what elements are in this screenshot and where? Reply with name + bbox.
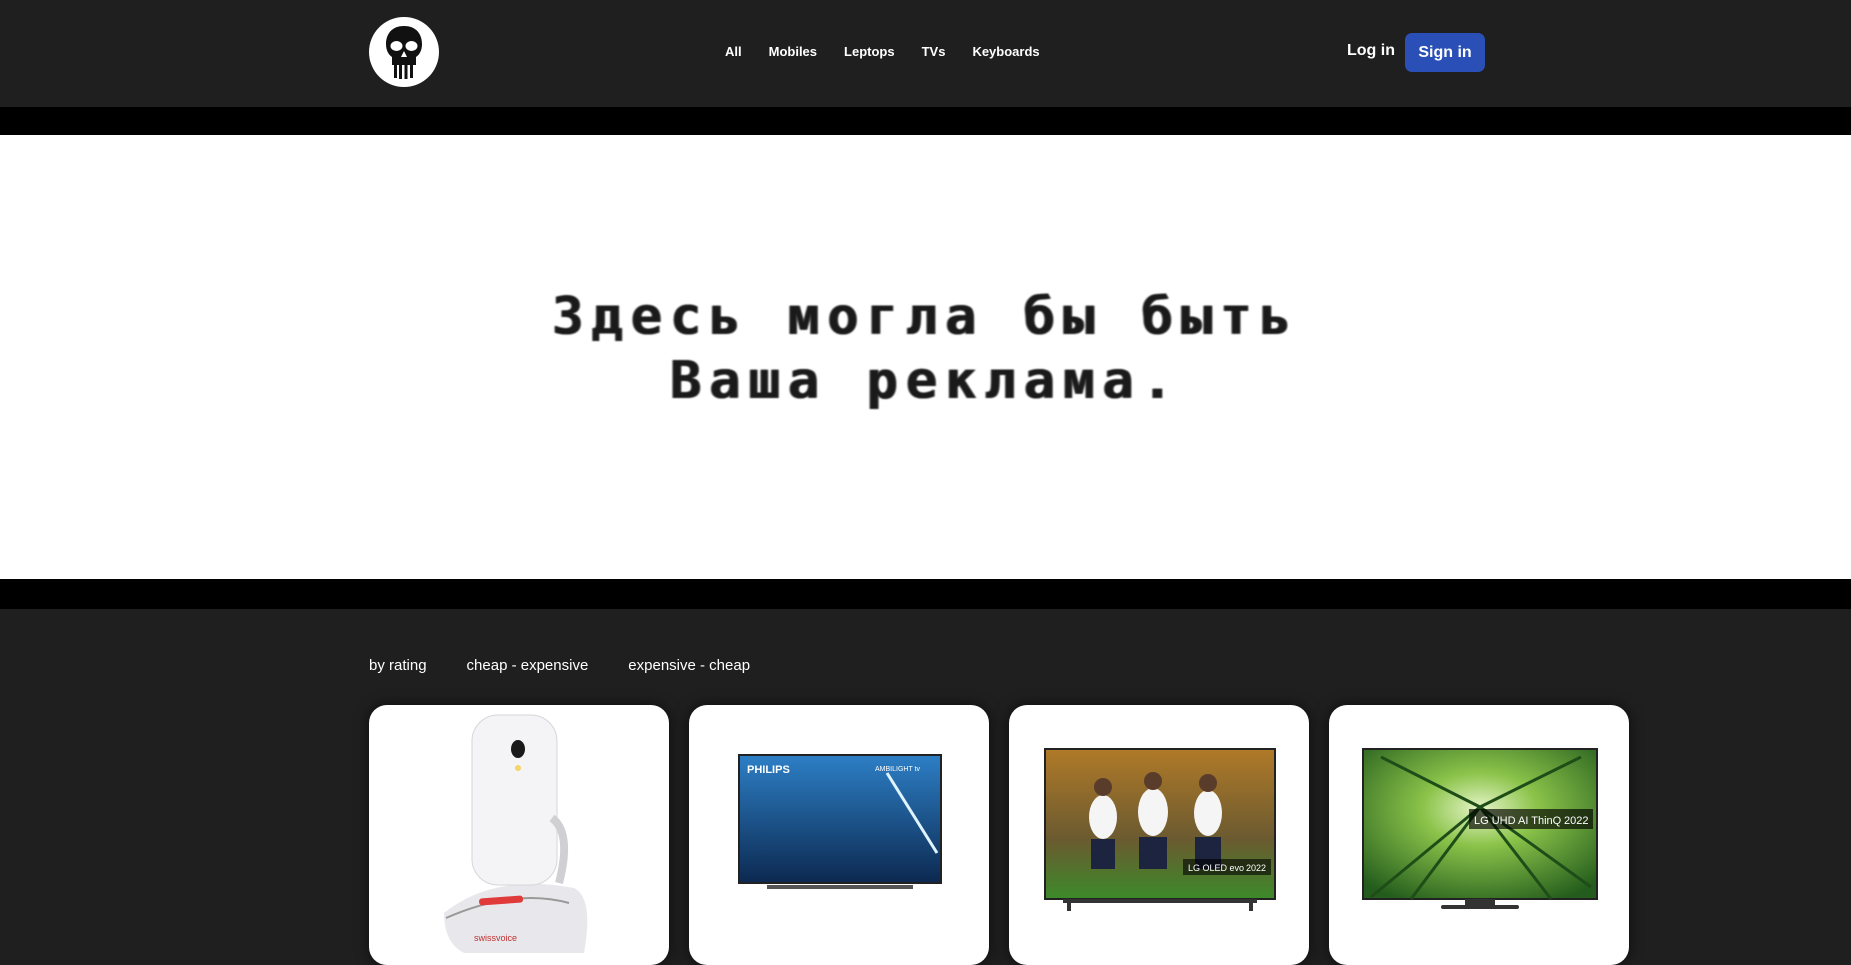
top-bar: All Mobiles Leptops TVs Keyboards Log in…: [0, 0, 1851, 107]
sort-cheap-expensive[interactable]: cheap - expensive: [467, 657, 589, 674]
lg-uhd-badge: LG UHD AI ThinQ: [1474, 815, 1562, 827]
swissvoice-brand-text: swissvoice: [474, 933, 517, 943]
nav-item-leptops[interactable]: Leptops: [844, 44, 895, 59]
tv-image: LG OLED evo 2022: [1044, 748, 1276, 911]
nav-item-mobiles[interactable]: Mobiles: [769, 44, 817, 59]
sort-options: by rating cheap - expensive expensive - …: [369, 657, 790, 674]
sort-by-rating[interactable]: by rating: [369, 657, 427, 674]
signin-button[interactable]: Sign in: [1405, 33, 1485, 72]
sort-expensive-cheap[interactable]: expensive - cheap: [628, 657, 750, 674]
ad-line-1: Здесь могла бы быть: [552, 287, 1299, 347]
product-card[interactable]: LG OLED evo 2022: [1009, 705, 1309, 965]
product-card[interactable]: swissvoice: [369, 705, 669, 965]
ad-line-2: Ваша реклама.: [670, 351, 1181, 411]
phone-image: swissvoice: [444, 714, 588, 953]
philips-brand-text: PHILIPS: [747, 764, 790, 776]
nav-item-tvs[interactable]: TVs: [922, 44, 946, 59]
nav-item-all[interactable]: All: [725, 44, 742, 59]
main-nav: All Mobiles Leptops TVs Keyboards: [725, 44, 1067, 59]
tv-year-badge: 2022: [1246, 863, 1266, 873]
lg-oled-badge: LG OLED evo: [1188, 863, 1244, 873]
ambilight-badge: AMBILIGHT tv: [875, 766, 920, 773]
nav-item-keyboards[interactable]: Keyboards: [972, 44, 1039, 59]
tv-image: LG UHD AI ThinQ 2022: [1362, 748, 1598, 909]
skull-logo-icon[interactable]: [369, 17, 439, 87]
ad-banner-text: Здесь могла бы быть Ваша реклама.: [0, 285, 1851, 413]
product-card[interactable]: LG UHD AI ThinQ 2022: [1329, 705, 1629, 965]
product-card[interactable]: PHILIPS AMBILIGHT tv: [689, 705, 989, 965]
login-button[interactable]: Log in: [1347, 42, 1395, 60]
tv-image: PHILIPS AMBILIGHT tv: [738, 754, 942, 889]
tv-year-badge: 2022: [1564, 815, 1588, 827]
